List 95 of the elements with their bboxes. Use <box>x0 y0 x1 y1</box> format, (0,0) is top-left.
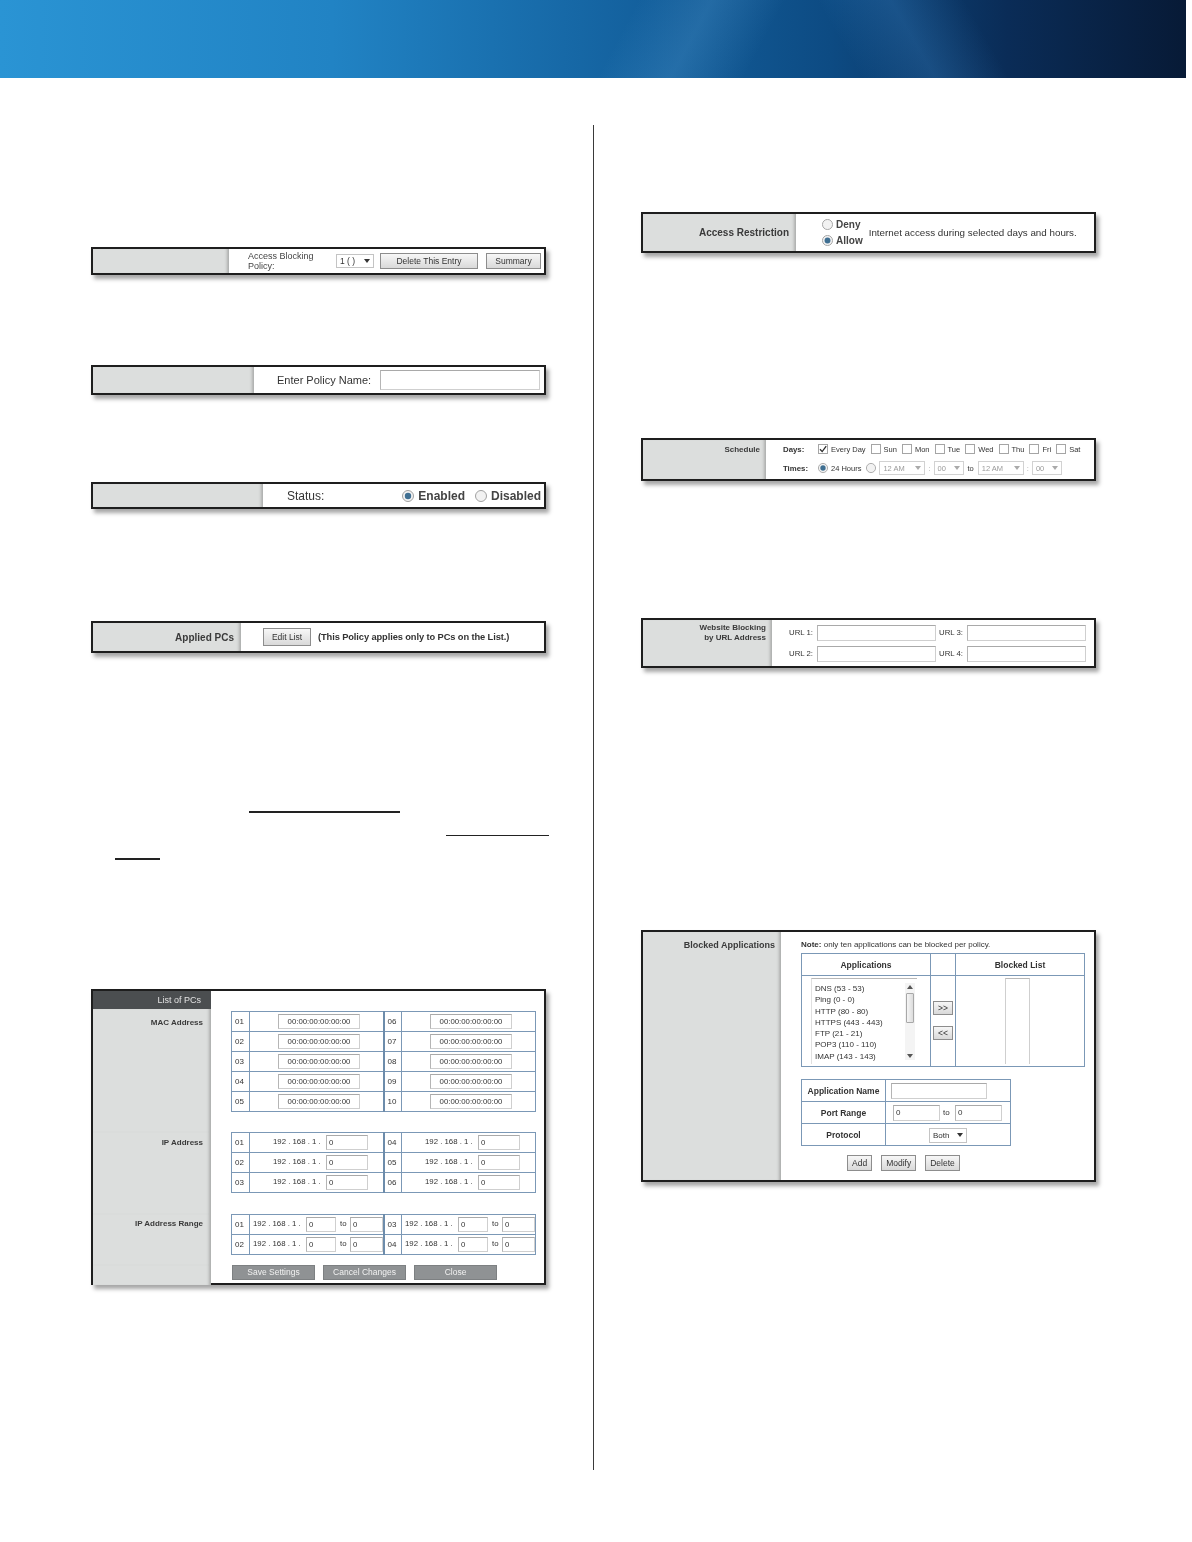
url-field[interactable] <box>817 624 936 641</box>
entry-number: 05 <box>383 1152 402 1172</box>
field-label: Access Blocking Policy: <box>248 251 315 271</box>
add-button[interactable]: Add <box>847 1155 873 1171</box>
radio-button[interactable] <box>866 463 877 473</box>
column-header: Blocked List <box>955 953 1085 976</box>
form-label: Port Range <box>801 1101 886 1124</box>
caret-icon <box>915 466 922 470</box>
policy-note: (This Policy applies only to PCs on the List.) <box>318 632 510 642</box>
section-heading: Access Restriction <box>698 227 789 238</box>
entry-number: 10 <box>383 1091 402 1111</box>
entry-number: 01 <box>231 1214 250 1234</box>
summary-button[interactable]: Summary <box>486 253 541 269</box>
radio-button[interactable] <box>822 235 833 246</box>
url-field[interactable] <box>817 645 936 662</box>
section-heading: Applied PCs <box>175 631 234 643</box>
column-header: Applications <box>801 953 931 976</box>
radio-button[interactable] <box>818 463 828 473</box>
scroll-down-icon[interactable] <box>907 1054 913 1058</box>
entry-number: 06 <box>383 1172 402 1192</box>
section-heading: Schedule <box>723 445 760 454</box>
section-heading: Blocked Applications <box>682 940 775 950</box>
radio-button[interactable] <box>402 489 415 502</box>
form-label: Protocol <box>801 1123 886 1146</box>
section-heading: Website Blocking by URL Address <box>698 623 766 643</box>
restriction-text: Internet access during selected days and hours. <box>868 227 1077 238</box>
entry-number: 05 <box>231 1091 250 1111</box>
field-label: Status: <box>287 488 325 503</box>
port-end-field[interactable]: 0 <box>955 1104 1002 1121</box>
add-to-list-button[interactable]: >> <box>933 1001 953 1015</box>
list-item[interactable]: IMAP (143 - 143) <box>815 1050 905 1063</box>
note-text: Note: only ten applications can be blocked per policy. <box>801 940 991 949</box>
section-heading: IP Address <box>160 1137 203 1147</box>
scrollbar[interactable] <box>905 983 915 1060</box>
section-heading: IP Address Range <box>133 1218 203 1228</box>
url-field[interactable] <box>967 645 1086 662</box>
entry-number: 02 <box>231 1234 250 1254</box>
application-name-field[interactable] <box>891 1083 987 1100</box>
list-item[interactable]: HTTP (80 - 80) <box>815 1005 905 1017</box>
radio-label: Enabled <box>418 488 465 503</box>
entry-number: 04 <box>383 1132 402 1152</box>
entry-number: 01 <box>231 1132 250 1152</box>
port-start-field[interactable]: 0 <box>893 1104 940 1121</box>
entry-number: 07 <box>383 1031 402 1051</box>
checkbox[interactable] <box>998 444 1009 454</box>
caret-icon <box>1051 466 1058 470</box>
section-heading: MAC Address <box>149 1017 203 1027</box>
entry-number: 04 <box>383 1234 402 1254</box>
list-item[interactable]: POP3 (110 - 110) <box>815 1039 905 1051</box>
scroll-up-icon[interactable] <box>907 985 913 989</box>
caret-icon <box>364 259 370 263</box>
entry-number: 03 <box>231 1172 250 1192</box>
form-label: Application Name <box>801 1079 886 1102</box>
entry-number: 04 <box>231 1071 250 1091</box>
list-item[interactable]: HTTPS (443 - 443) <box>815 1016 905 1029</box>
caret-icon <box>957 1133 963 1138</box>
radio-label: Allow <box>836 235 863 246</box>
caret-icon <box>1013 466 1020 470</box>
delete-button[interactable]: Delete <box>925 1155 960 1171</box>
list-item[interactable]: FTP (21 - 21) <box>815 1028 905 1040</box>
to-label: to <box>943 1108 951 1117</box>
blocked-list-listbox[interactable] <box>1005 978 1030 1064</box>
modify-button[interactable]: Modify <box>881 1155 917 1171</box>
policy-name-field[interactable] <box>380 370 541 390</box>
edit-list-button[interactable]: Edit List <box>263 628 311 646</box>
panel-title: List of PCs <box>93 990 211 1009</box>
remove-from-list-button[interactable]: << <box>933 1026 953 1040</box>
entry-number: 08 <box>383 1051 402 1071</box>
checkbox[interactable] <box>1029 444 1040 454</box>
checkbox[interactable] <box>818 444 828 454</box>
protocol-select[interactable]: Both <box>929 1127 967 1143</box>
radio-button[interactable] <box>822 219 833 230</box>
radio-button[interactable] <box>475 489 487 502</box>
radio-label: Deny <box>836 219 861 230</box>
entry-number: 01 <box>231 1011 250 1031</box>
entry-number: 02 <box>231 1152 250 1172</box>
policy-select[interactable]: 1 ( ) <box>336 254 374 268</box>
entry-number: 02 <box>231 1031 250 1051</box>
url-field[interactable] <box>967 624 1086 641</box>
checkbox[interactable] <box>934 444 945 454</box>
checkbox[interactable] <box>870 444 881 454</box>
caret-icon <box>953 466 960 470</box>
delete-entry-button[interactable]: Delete This Entry <box>380 253 478 269</box>
entry-number: 06 <box>383 1011 402 1031</box>
list-item[interactable]: Ping (0 - 0) <box>815 994 905 1006</box>
checkbox[interactable] <box>1056 444 1067 454</box>
entry-number: 09 <box>383 1071 402 1091</box>
field-label: Enter Policy Name: <box>277 374 372 386</box>
checkbox[interactable] <box>965 444 976 454</box>
checkbox[interactable] <box>901 444 912 454</box>
scroll-thumb[interactable] <box>906 993 914 1023</box>
list-item[interactable]: DNS (53 - 53) <box>815 983 905 995</box>
entry-number: 03 <box>231 1051 250 1071</box>
radio-label: Disabled <box>491 488 541 503</box>
entry-number: 03 <box>383 1214 402 1234</box>
